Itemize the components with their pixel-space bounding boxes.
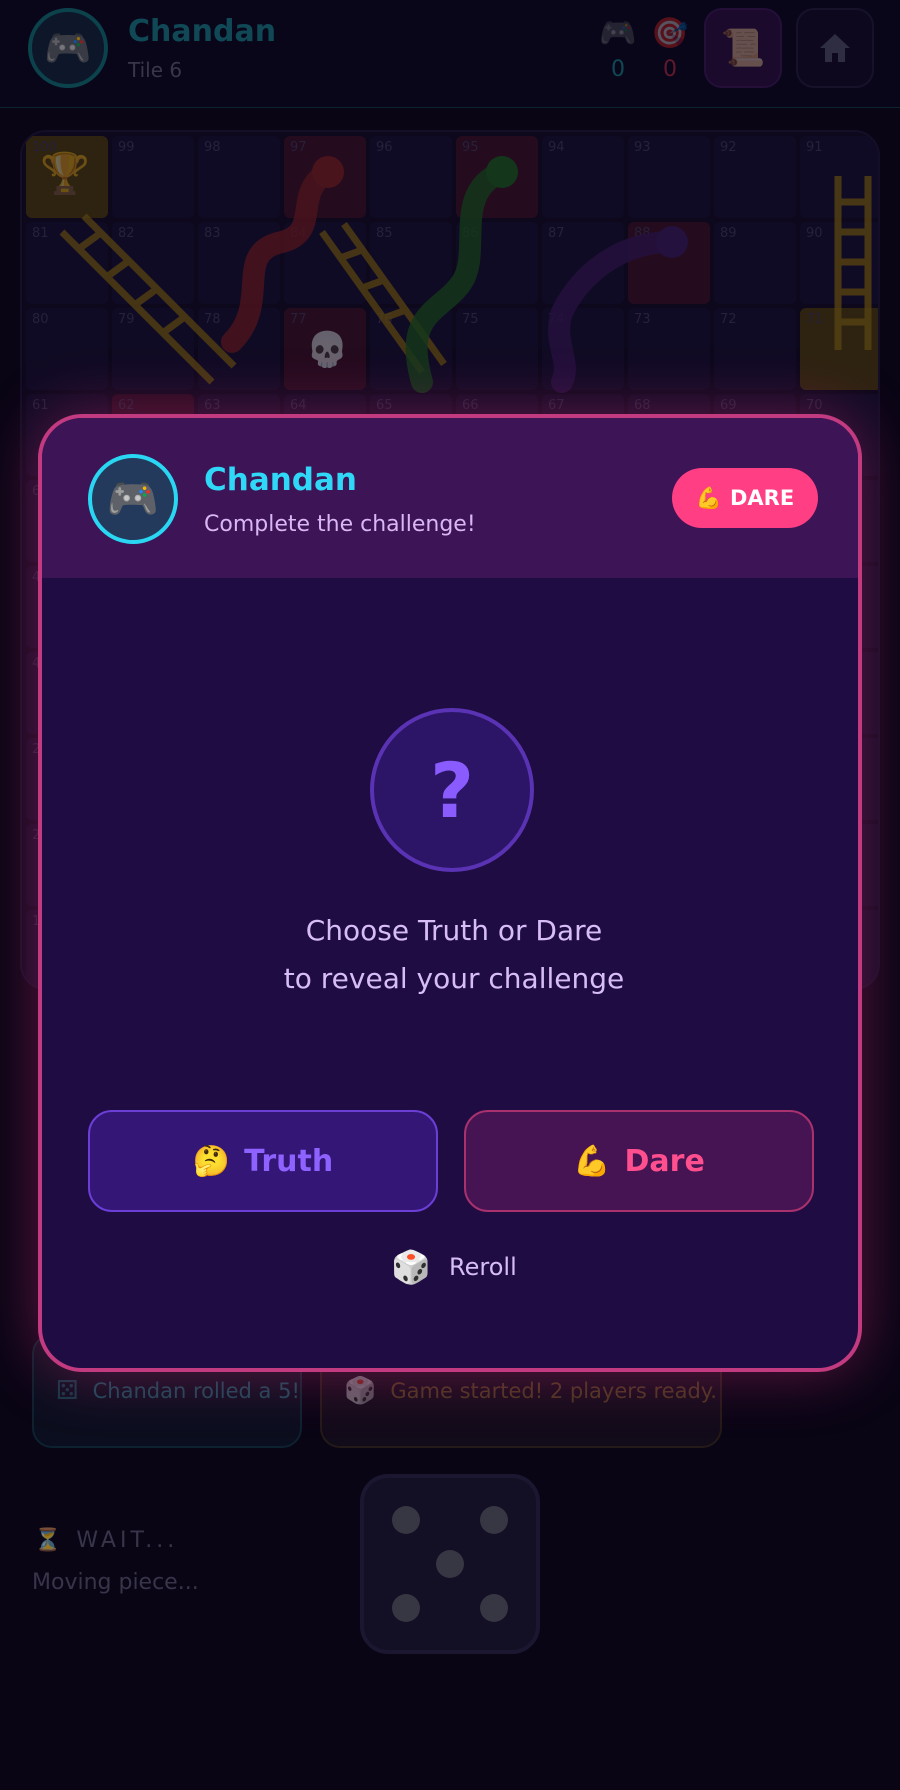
dice-icon: 🎲 bbox=[391, 1248, 432, 1286]
dare-button[interactable]: 💪 Dare bbox=[464, 1110, 814, 1212]
dare-badge-label: DARE bbox=[729, 486, 795, 510]
prompt-line-1: Choose Truth or Dare bbox=[305, 914, 603, 947]
muscle-icon: 💪 bbox=[695, 485, 722, 510]
muscle-icon: 💪 bbox=[573, 1143, 611, 1179]
reroll-label: Reroll bbox=[449, 1253, 517, 1281]
modal-avatar: 🎮 bbox=[88, 454, 178, 544]
truth-button[interactable]: 🤔 Truth bbox=[88, 1110, 438, 1212]
question-mark-icon: ? bbox=[429, 745, 475, 835]
modal-header: 🎮 Chandan Complete the challenge! 💪 DARE bbox=[42, 418, 858, 578]
reroll-button[interactable]: 🎲 Reroll bbox=[42, 1248, 858, 1286]
truth-or-dare-modal: 🎮 Chandan Complete the challenge! 💪 DARE… bbox=[38, 414, 862, 1372]
modal-player-name: Chandan bbox=[204, 462, 357, 498]
dare-label: Dare bbox=[624, 1143, 705, 1179]
truth-label: Truth bbox=[244, 1143, 334, 1179]
gamepad-icon: 🎮 bbox=[106, 474, 160, 523]
dare-badge: 💪 DARE bbox=[672, 468, 818, 528]
modal-subtitle: Complete the challenge! bbox=[204, 512, 476, 537]
thinking-face-icon: 🤔 bbox=[192, 1143, 231, 1179]
prompt-line-2: to reveal your challenge bbox=[283, 962, 625, 995]
game-screen: 🎮 Chandan Tile 6 🎮 0 🎯 0 📜 100 🏆 99 98 97 96 9… bbox=[0, 0, 900, 1790]
mystery-circle: ? bbox=[370, 708, 534, 872]
